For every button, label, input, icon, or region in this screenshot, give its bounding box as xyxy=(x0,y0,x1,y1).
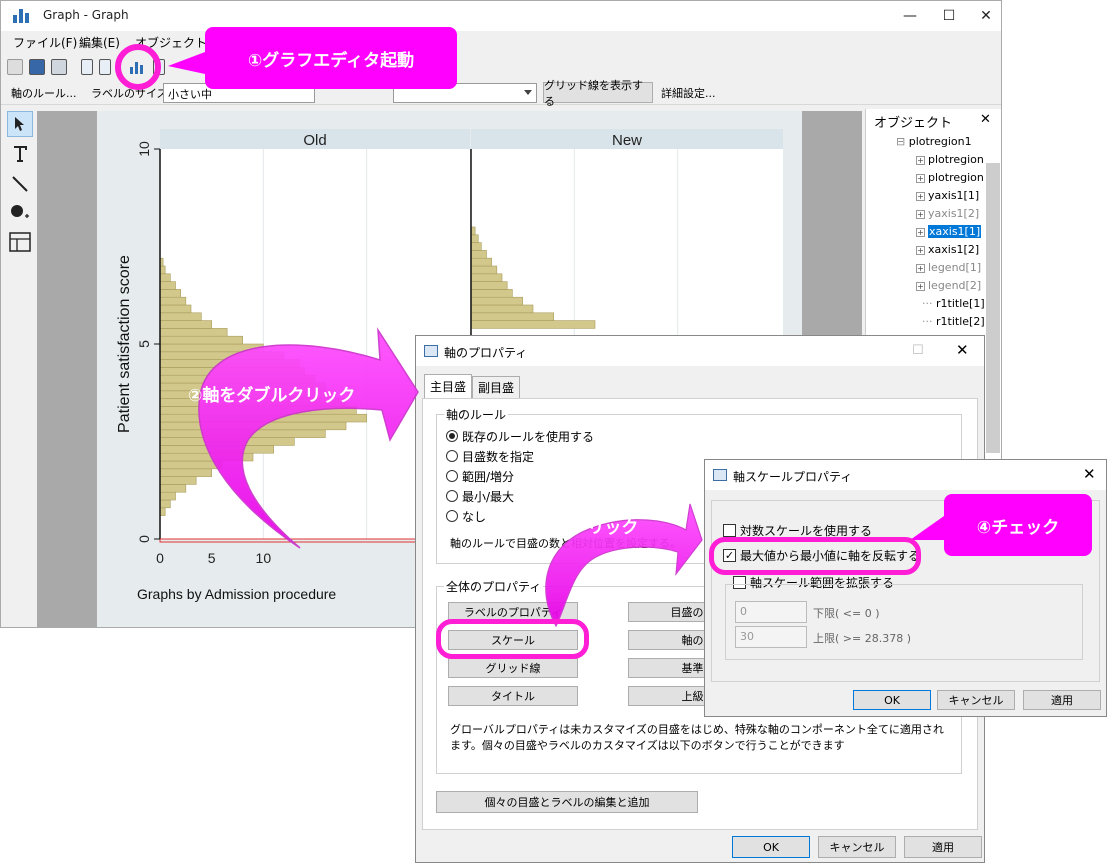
callout-1: ①グラフエディタ起動 xyxy=(205,27,457,89)
callout-4: ④チェック xyxy=(944,494,1092,556)
callout-pointer xyxy=(168,52,205,74)
annotation-layer xyxy=(168,52,944,628)
highlight-scale-button xyxy=(436,619,589,659)
callout-pointer xyxy=(910,516,944,540)
curved-arrow-2 xyxy=(198,327,419,549)
highlight-reverse-checkbox xyxy=(709,537,921,575)
callout-3: ③クリック xyxy=(556,518,639,538)
callout-2: ②軸をダブルクリック xyxy=(188,386,356,406)
highlight-ring-editor-icon xyxy=(115,44,161,90)
